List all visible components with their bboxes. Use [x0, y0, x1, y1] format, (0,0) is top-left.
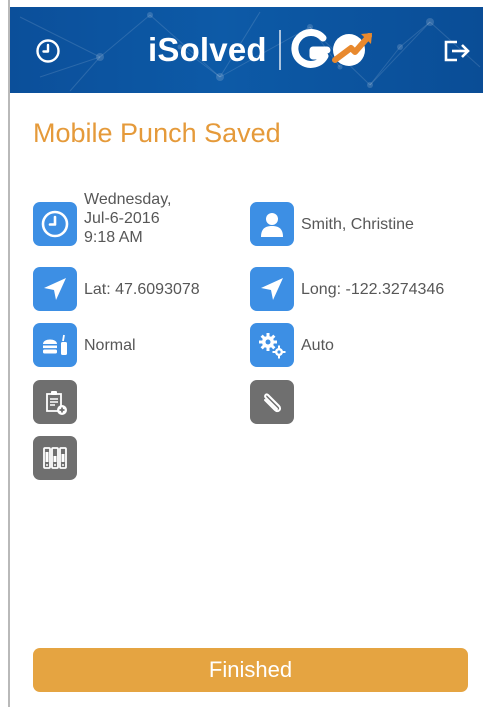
paperclip-icon — [264, 393, 282, 413]
logo-divider — [278, 30, 281, 70]
left-border — [8, 0, 10, 707]
punch-type-text: Normal — [84, 336, 136, 354]
gears-icon — [259, 333, 286, 359]
meal-break-icon — [43, 334, 67, 355]
go-mark — [291, 28, 377, 72]
isolved-go-logo: iSolved — [148, 27, 377, 73]
latitude-icon-tile — [33, 267, 77, 311]
punch-time: 9:18 AM — [84, 229, 143, 246]
longitude-icon-tile — [250, 267, 294, 311]
punch-type-row: Normal — [33, 323, 136, 367]
add-note-button[interactable] — [33, 380, 77, 424]
labor-allocation-button[interactable] — [33, 436, 77, 480]
clock-icon — [36, 39, 60, 63]
employee-name: Smith, Christine — [301, 215, 414, 233]
app-header: iSolved — [10, 7, 483, 93]
logout-button[interactable] — [437, 31, 477, 71]
location-arrow-icon — [44, 278, 66, 300]
mode-icon-tile — [250, 323, 294, 367]
finished-button[interactable]: Finished — [33, 648, 468, 692]
punch-date-text: Wednesday, Jul-6-2016 9:18 AM — [84, 190, 171, 247]
add-note-icon — [46, 391, 67, 415]
date-icon-tile — [33, 201, 77, 246]
logout-icon — [444, 40, 470, 62]
brand-text: iSolved — [148, 31, 267, 68]
page-title: Mobile Punch Saved — [33, 118, 281, 148]
person-icon — [261, 213, 283, 237]
latitude-row: Lat: 47.6093078 — [33, 267, 200, 311]
attachment-button[interactable] — [250, 380, 294, 424]
clock-icon — [41, 210, 69, 237]
labor-allocation-icon-tile[interactable] — [33, 436, 77, 480]
add-note-icon-tile[interactable] — [33, 380, 77, 424]
punch-day: Wednesday, — [84, 191, 172, 208]
history-button[interactable] — [28, 31, 68, 71]
punch-date: Jul-6-2016 — [84, 210, 160, 227]
go-logo-mark — [291, 28, 372, 68]
location-arrow-icon — [261, 278, 283, 300]
attachment-icon-tile[interactable] — [250, 380, 294, 424]
mode-row: Auto — [250, 323, 334, 367]
latitude-text: Lat: 47.6093078 — [84, 280, 200, 298]
mode-text: Auto — [301, 336, 334, 354]
punch-date-row: Wednesday, Jul-6-2016 9:18 AM — [33, 191, 171, 247]
longitude-row: Long: -122.3274346 — [250, 267, 444, 311]
longitude-text: Long: -122.3274346 — [301, 280, 445, 298]
punch-type-icon-tile — [33, 323, 77, 367]
employee-row: Smith, Christine — [250, 202, 414, 246]
employee-icon-tile — [250, 202, 294, 246]
labor-allocation-icon — [43, 447, 67, 469]
top-margin — [0, 0, 483, 7]
